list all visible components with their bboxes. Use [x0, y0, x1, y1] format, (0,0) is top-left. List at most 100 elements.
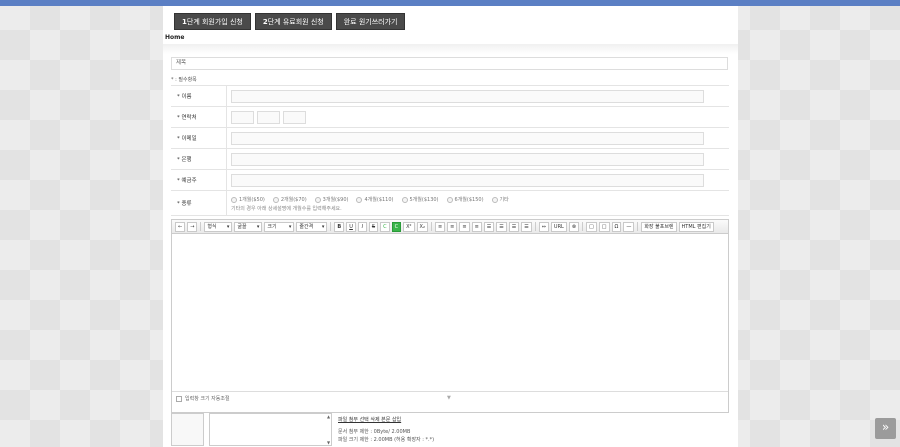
phone-input-3[interactable] — [283, 110, 306, 124]
phone-input-2[interactable] — [257, 110, 280, 124]
kind-radio-6[interactable]: 6개월($150) — [446, 196, 484, 203]
bank-row: * 은행 — [171, 149, 729, 170]
font-select[interactable]: 굴꼴 ▾ — [234, 221, 263, 232]
file-list[interactable]: ▲ ▼ — [209, 413, 332, 446]
complete-button[interactable]: 완료 원기쓰러가기 — [335, 13, 406, 30]
superscript-button[interactable]: X² — [403, 221, 415, 232]
doc-limit-text: 문서 첨부 제한 : 0Byte/ 2.00MB — [338, 429, 411, 435]
editor-content-area[interactable] — [172, 234, 728, 392]
radio-circle-icon — [356, 196, 363, 203]
required-note: * : 필수항목 — [171, 77, 197, 83]
undo-button[interactable]: ← — [175, 221, 186, 232]
phone-input-1[interactable] — [231, 110, 254, 124]
hr-icon[interactable]: — — [623, 221, 635, 232]
subject-input[interactable]: 제목 — [171, 57, 728, 70]
resize-grip-icon[interactable]: ▼ — [447, 395, 451, 401]
toolbar-separator — [330, 222, 332, 231]
ordered-list-icon[interactable]: ☰ — [483, 221, 495, 232]
bank-input[interactable] — [231, 152, 704, 166]
unordered-list-icon[interactable]: ☰ — [496, 221, 507, 232]
step1-button[interactable]: 1단계 회원가입 신청 — [174, 13, 251, 30]
table-icon[interactable]: □ — [586, 221, 597, 232]
depositor-input[interactable] — [231, 173, 704, 187]
url-button[interactable]: URL — [550, 221, 567, 232]
toolbar-separator — [582, 222, 584, 231]
underline-button[interactable]: U — [346, 221, 356, 232]
toolbar-separator — [430, 222, 432, 231]
rich-text-editor: ← → 형식 ▾ 굴꼴 ▾ 크기 ▾ 줄간격 ▾ B U I S C C X² X₂ ≡… — [171, 219, 729, 413]
kind-radio-4[interactable]: 4개월($110) — [356, 196, 394, 203]
kind-row: * 종류 1개월($50) 2개월($70) 3개월($90) 4개월($110… — [171, 191, 729, 216]
autoresize-checkbox[interactable] — [176, 395, 182, 402]
kind-radio-2[interactable]: 2개월($70) — [272, 196, 307, 203]
depositor-label: * 예금주 — [171, 170, 227, 190]
radio-circle-icon — [401, 196, 408, 203]
kind-radio-5[interactable]: 5개월($130) — [401, 196, 439, 203]
bold-button[interactable]: B — [334, 221, 345, 232]
scroll-up-icon[interactable]: ▲ — [326, 414, 331, 419]
box-icon[interactable]: □ — [598, 221, 610, 232]
align-justify-icon[interactable]: ≡ — [471, 221, 482, 232]
html-editor-button[interactable]: HTML 편집기 — [678, 221, 714, 232]
editor-toolbar: ← → 형식 ▾ 굴꼴 ▾ 크기 ▾ 줄간격 ▾ B U I S C C X² X₂ ≡… — [172, 220, 728, 234]
name-input[interactable] — [231, 89, 704, 103]
radio-circle-icon — [314, 196, 321, 203]
toolbar-separator — [534, 222, 536, 231]
dropdown-arrow-icon: ▾ — [226, 223, 230, 230]
radio-circle-icon — [231, 196, 237, 203]
strike-button[interactable]: S — [368, 221, 379, 232]
align-center-icon[interactable]: ≡ — [447, 221, 458, 232]
size-select[interactable]: 크기 ▾ — [264, 221, 295, 232]
toolbar-separator — [637, 222, 639, 231]
kind-radio-3[interactable]: 3개월($90) — [314, 196, 348, 203]
radio-circle-icon — [491, 196, 498, 203]
scroll-down-icon[interactable]: ▼ — [326, 440, 331, 445]
dropdown-arrow-icon: ▾ — [288, 223, 292, 230]
line-height-select[interactable]: 줄간격 ▾ — [296, 221, 328, 232]
editor-resize-bar: 입력창 크기 자동조절 ▼ — [172, 392, 728, 405]
name-row: * 이름 — [171, 86, 729, 107]
file-limit-text: 파일 크기 제한 : 2.00MB (허용 확장자 : *.*) — [338, 437, 435, 443]
breadcrumb[interactable]: Home — [165, 34, 184, 41]
file-upload-section: ▲ ▼ 파일 첨부 선택 삭제 본문 삽입 문서 첨부 제한 : 0Byte/ … — [171, 411, 729, 447]
font-color-button[interactable]: C — [380, 221, 390, 232]
file-info: 파일 첨부 선택 삭제 본문 삽입 문서 첨부 제한 : 0Byte/ 2.00… — [338, 416, 434, 444]
link-icon[interactable]: ⇔ — [538, 221, 549, 232]
subscript-button[interactable]: X₂ — [416, 221, 428, 232]
phone-row: * 연락처 — [171, 107, 729, 128]
special-char-icon[interactable]: Ω — [611, 221, 622, 232]
outdent-icon[interactable]: ☰ — [508, 221, 520, 232]
step-buttons: 1단계 회원가입 신청 2단계 유료회원 신청 완료 원기쓰러가기 — [174, 13, 406, 30]
phone-label: * 연락처 — [171, 107, 227, 127]
step2-button[interactable]: 2단계 유료회원 신청 — [254, 13, 332, 30]
name-label: * 이름 — [171, 86, 227, 106]
dropdown-arrow-icon: ▾ — [256, 223, 260, 230]
kind-note: 기타의 경우 아래 상세설명에 개월수를 입력해주세요. — [231, 206, 342, 212]
email-row: * 이메일 — [171, 128, 729, 149]
toolbar-separator — [200, 222, 202, 231]
indent-icon[interactable]: ☰ — [521, 221, 532, 232]
italic-button[interactable]: I — [357, 221, 367, 232]
align-right-icon[interactable]: ≡ — [459, 221, 470, 232]
align-left-icon[interactable]: ≡ — [434, 221, 446, 232]
email-input[interactable] — [231, 131, 704, 145]
divider — [163, 44, 738, 54]
radio-circle-icon — [272, 196, 279, 203]
file-preview — [171, 413, 204, 446]
bg-color-button[interactable]: C — [391, 221, 402, 232]
scroll-to-top-button[interactable]: » — [875, 418, 896, 439]
depositor-row: * 예금주 — [171, 170, 729, 191]
kind-radio-7[interactable]: 기타 — [491, 196, 509, 203]
bank-label: * 은행 — [171, 149, 227, 169]
email-label: * 이메일 — [171, 128, 227, 148]
main-content: 1단계 회원가입 신청 2단계 유료회원 신청 완료 원기쓰러가기 Home 제… — [163, 6, 738, 447]
kind-label: * 종류 — [171, 191, 227, 215]
autoresize-label: 입력창 크기 자동조절 — [185, 396, 230, 402]
unlink-icon[interactable]: ⊗ — [568, 221, 580, 232]
file-actions-link[interactable]: 파일 첨부 선택 삭제 본문 삽입 — [338, 416, 434, 424]
form-table: * 이름 * 연락처 * 이메일 * 은행 * 예금주 * 종류 1개월($50… — [171, 85, 729, 216]
redo-button[interactable]: → — [187, 221, 198, 232]
kind-radio-1[interactable]: 1개월($50) — [231, 196, 265, 203]
import-button[interactable]: 화장 불포브렌 — [641, 221, 677, 232]
format-select[interactable]: 형식 ▾ — [204, 221, 233, 232]
